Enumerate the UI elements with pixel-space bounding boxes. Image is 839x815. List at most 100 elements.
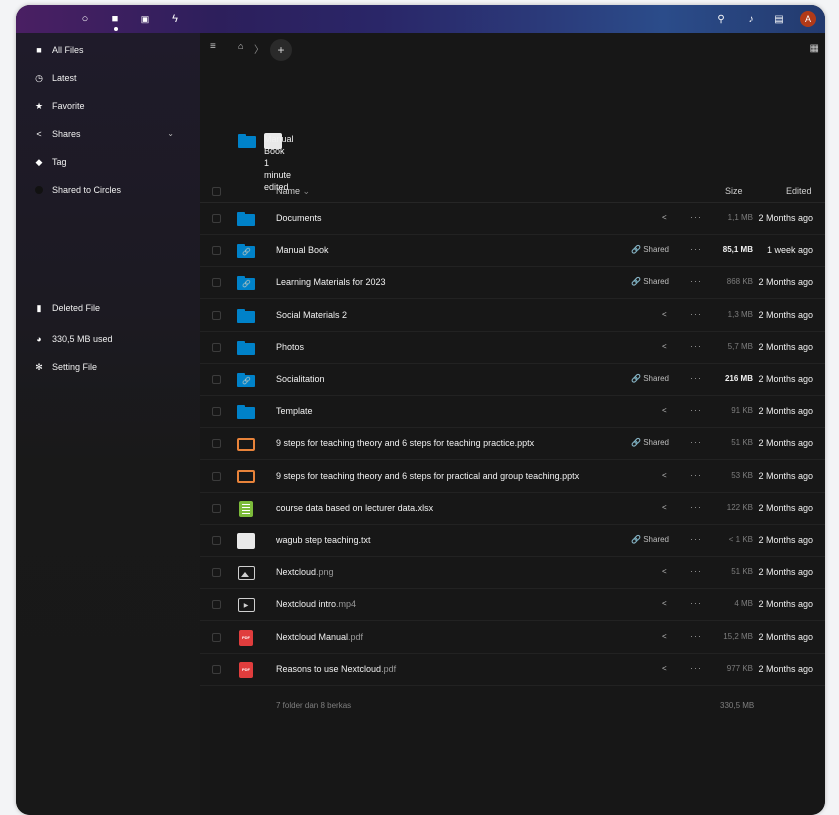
row-checkbox[interactable] bbox=[212, 632, 221, 642]
share-button[interactable]: < bbox=[662, 567, 667, 576]
file-name[interactable]: Nextcloud Manual.pdf bbox=[276, 632, 363, 642]
table-row[interactable]: 🔗 Learning Materials for 2023 🔗 Shared ··· 8… bbox=[200, 267, 825, 300]
sidebar-item-setting-file[interactable]: ✻ Setting File bbox=[32, 358, 97, 376]
table-row[interactable]: Photos < ··· 5,7 MB 2 Months ago bbox=[200, 332, 825, 364]
share-button[interactable]: < bbox=[662, 342, 667, 351]
sidebar-item-storage-used[interactable]: ◕ 330,5 MB used bbox=[32, 330, 112, 348]
row-checkbox[interactable] bbox=[212, 214, 221, 223]
file-name[interactable]: Socialitation bbox=[276, 374, 325, 384]
sidebar-item-shared-to-circles[interactable]: Shared to Circles bbox=[32, 181, 121, 199]
row-checkbox[interactable] bbox=[212, 407, 221, 417]
share-button[interactable]: < bbox=[662, 471, 667, 480]
more-actions-icon[interactable]: ··· bbox=[690, 534, 702, 544]
file-name[interactable]: Photos bbox=[276, 342, 304, 352]
more-actions-icon[interactable]: ··· bbox=[690, 373, 702, 383]
edited-column-header[interactable]: Edited bbox=[786, 186, 812, 196]
file-name[interactable]: Template bbox=[276, 406, 313, 416]
table-row[interactable]: ▶ Nextcloud intro.mp4 < ··· 4 MB 2 Months ago bbox=[200, 589, 825, 622]
table-row[interactable]: course data based on lecturer data.xlsx <… bbox=[200, 493, 825, 525]
row-checkbox[interactable] bbox=[212, 503, 221, 513]
search-icon[interactable]: ⚲ bbox=[714, 12, 728, 26]
share-button[interactable]: < bbox=[662, 503, 667, 512]
file-name[interactable]: Reasons to use Nextcloud.pdf bbox=[276, 664, 396, 674]
table-row[interactable]: 🔗 Socialitation 🔗 Shared ··· 216 MB 2 Months … bbox=[200, 364, 825, 396]
select-all-checkbox[interactable] bbox=[212, 187, 221, 196]
sidebar-item-shares[interactable]: < Shares ⌄ bbox=[32, 125, 188, 143]
share-button[interactable]: < bbox=[662, 664, 667, 673]
more-actions-icon[interactable]: ··· bbox=[690, 437, 702, 447]
table-row[interactable]: Social Materials 2 < ··· 1,3 MB 2 Months ago bbox=[200, 300, 825, 332]
table-row[interactable]: Nextcloud.png < ··· 51 KB 2 Months ago bbox=[200, 557, 825, 590]
more-actions-icon[interactable]: ··· bbox=[690, 405, 702, 415]
more-actions-icon[interactable]: ··· bbox=[690, 470, 702, 480]
contacts-icon[interactable]: ▤ bbox=[772, 12, 786, 26]
more-actions-icon[interactable]: ··· bbox=[690, 631, 702, 641]
row-checkbox[interactable] bbox=[212, 471, 221, 481]
more-actions-icon[interactable]: ··· bbox=[690, 598, 702, 608]
share-button[interactable]: < bbox=[662, 632, 667, 641]
recent-file-card[interactable]: Manual Book 1 minute edited bbox=[238, 133, 294, 192]
files-icon[interactable]: ■ bbox=[108, 12, 122, 26]
row-checkbox[interactable] bbox=[212, 278, 221, 288]
file-name[interactable]: Documents bbox=[276, 213, 322, 223]
more-actions-icon[interactable]: ··· bbox=[690, 276, 702, 286]
table-row[interactable]: PDF Nextcloud Manual.pdf < ··· 15,2 MB 2 Mont… bbox=[200, 622, 825, 654]
table-row[interactable]: wagub step teaching.txt 🔗 Shared ··· < 1 KB… bbox=[200, 525, 825, 557]
home-icon[interactable]: ⌂ bbox=[238, 41, 243, 51]
notifications-icon[interactable]: ♪ bbox=[744, 12, 758, 26]
shared-link-button[interactable]: 🔗 Shared bbox=[631, 438, 669, 447]
file-name[interactable]: 9 steps for teaching theory and 6 steps … bbox=[276, 471, 579, 481]
row-checkbox[interactable] bbox=[212, 342, 221, 352]
toggle-sidebar-icon[interactable]: ≡ bbox=[210, 41, 216, 52]
shared-link-button[interactable]: 🔗 Shared bbox=[631, 277, 669, 286]
row-checkbox[interactable] bbox=[212, 246, 221, 256]
row-checkbox[interactable] bbox=[212, 375, 221, 384]
row-checkbox[interactable] bbox=[212, 568, 221, 578]
name-column-header[interactable]: Name ⌄ bbox=[276, 186, 310, 197]
row-checkbox[interactable] bbox=[212, 310, 221, 320]
sidebar-item-favorite[interactable]: ★ Favorite bbox=[32, 97, 85, 115]
share-button[interactable]: < bbox=[662, 310, 667, 319]
file-name[interactable]: Learning Materials for 2023 bbox=[276, 277, 386, 287]
shared-link-button[interactable]: 🔗 Shared bbox=[631, 245, 669, 254]
more-actions-icon[interactable]: ··· bbox=[690, 341, 702, 351]
more-actions-icon[interactable]: ··· bbox=[690, 566, 702, 576]
more-actions-icon[interactable]: ··· bbox=[690, 212, 702, 222]
row-checkbox[interactable] bbox=[212, 439, 221, 449]
row-checkbox[interactable] bbox=[212, 664, 221, 674]
table-row[interactable]: 🔗 Manual Book 🔗 Shared ··· 85,1 MB 1 week ago bbox=[200, 235, 825, 268]
more-actions-icon[interactable]: ··· bbox=[690, 502, 702, 512]
size-column-header[interactable]: Size bbox=[725, 186, 743, 196]
avatar[interactable]: A bbox=[800, 11, 816, 27]
photos-icon[interactable]: ▣ bbox=[138, 12, 152, 26]
table-row[interactable]: 9 steps for teaching theory and 6 steps … bbox=[200, 428, 825, 461]
sidebar-item-deleted-file[interactable]: ▮ Deleted File bbox=[32, 299, 101, 317]
file-name[interactable]: course data based on lecturer data.xlsx bbox=[276, 503, 433, 513]
share-button[interactable]: < bbox=[662, 213, 667, 222]
sidebar-item-all-files[interactable]: ■ All Files bbox=[32, 41, 83, 59]
file-name[interactable]: Manual Book bbox=[276, 245, 329, 255]
dashboard-icon[interactable]: ○ bbox=[78, 12, 92, 26]
sidebar-item-tag[interactable]: ◆ Tag bbox=[32, 153, 67, 171]
file-name[interactable]: wagub step teaching.txt bbox=[276, 535, 371, 545]
new-file-button[interactable]: + bbox=[270, 39, 292, 61]
table-row[interactable]: Documents < ··· 1,1 MB 2 Months ago bbox=[200, 203, 825, 235]
more-actions-icon[interactable]: ··· bbox=[690, 244, 702, 254]
activity-icon[interactable]: ϟ bbox=[168, 12, 182, 26]
grid-view-icon[interactable]: ▦ bbox=[810, 43, 819, 54]
file-name[interactable]: Nextcloud intro.mp4 bbox=[276, 599, 356, 609]
more-actions-icon[interactable]: ··· bbox=[690, 309, 702, 319]
file-name[interactable]: Social Materials 2 bbox=[276, 310, 347, 320]
chevron-down-icon[interactable]: ⌄ bbox=[167, 125, 174, 143]
row-checkbox[interactable] bbox=[212, 600, 221, 610]
share-button[interactable]: < bbox=[662, 406, 667, 415]
shared-link-button[interactable]: 🔗 Shared bbox=[631, 535, 669, 544]
table-row[interactable]: Template < ··· 91 KB 2 Months ago bbox=[200, 396, 825, 429]
row-checkbox[interactable] bbox=[212, 536, 221, 545]
shared-link-button[interactable]: 🔗 Shared bbox=[631, 374, 669, 383]
table-row[interactable]: 9 steps for teaching theory and 6 steps … bbox=[200, 461, 825, 493]
share-button[interactable]: < bbox=[662, 599, 667, 608]
file-name[interactable]: 9 steps for teaching theory and 6 steps … bbox=[276, 438, 534, 448]
sidebar-item-latest[interactable]: ◷ Latest bbox=[32, 69, 76, 87]
file-name[interactable]: Nextcloud.png bbox=[276, 567, 334, 577]
